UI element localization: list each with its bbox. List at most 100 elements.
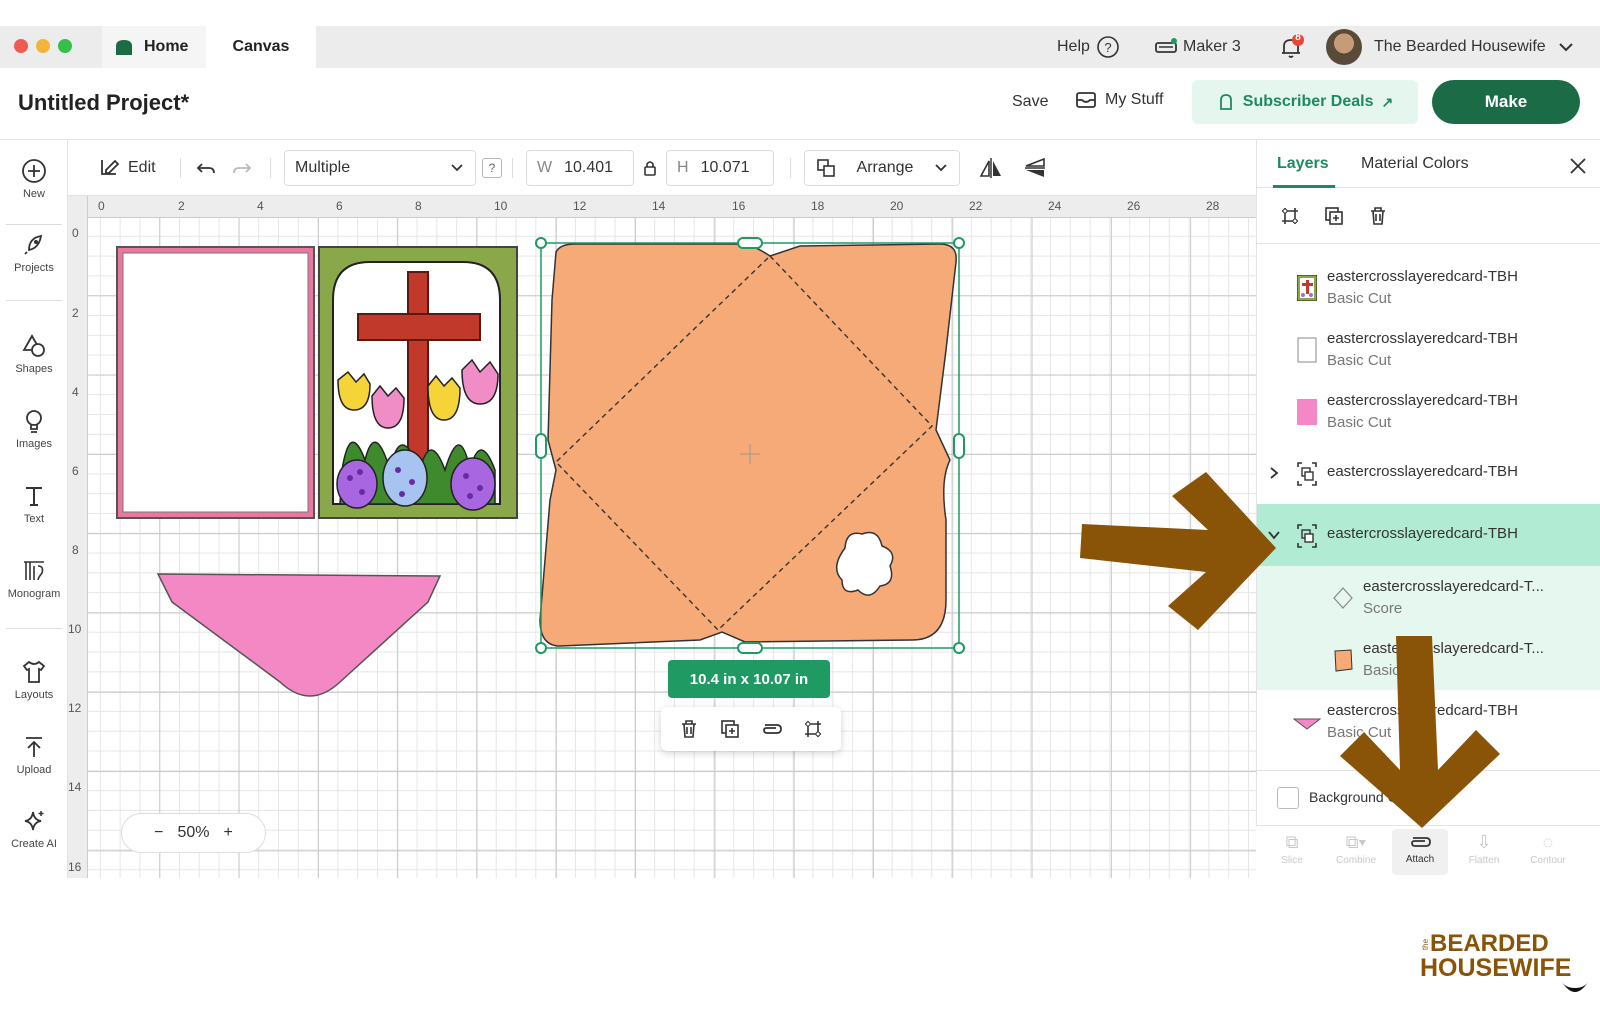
layer-name: eastercrosslayeredcard-TBH [1327,268,1518,285]
duplicate-icon[interactable] [719,718,741,740]
trash-icon[interactable] [1367,205,1389,227]
tshirt-icon [22,660,46,683]
sidebar-item-upload[interactable]: Upload [0,734,68,776]
undo-button[interactable] [194,150,218,186]
ungroup-icon[interactable] [802,718,824,740]
attach-button[interactable]: Attach [1392,829,1448,875]
notifications-button[interactable]: 8 [1278,26,1304,68]
sidebar-item-text[interactable]: Text [0,483,68,525]
sidebar-item-layouts[interactable]: Layouts [0,659,68,701]
edit-button[interactable]: Edit [98,150,156,186]
zoom-out-button[interactable]: − [154,824,163,842]
ruler-left: 0 2 4 6 8 10 12 14 16 [68,196,88,878]
sidebar-label-text: Text [23,513,45,525]
redo-button[interactable] [230,150,254,186]
chevron-right-icon[interactable] [1267,466,1281,480]
layers-action-bar [1257,188,1600,244]
lock-aspect-button[interactable] [642,150,658,186]
sidebar-label-monogram: Monogram [7,588,61,600]
sidebar-item-monogram[interactable]: Monogram [0,558,68,600]
attach-icon[interactable] [759,718,783,740]
tab-canvas[interactable]: Canvas [206,26,316,68]
sidebar-item-create-ai[interactable]: Create AI [0,808,68,850]
minimize-window-dot[interactable] [36,39,50,53]
flip-vertical-button[interactable] [1022,150,1048,186]
layer-row[interactable]: eastercrosslayeredcard-TBH Basic Cut [1257,256,1600,318]
white-rectangle-thumbnail-icon [1297,337,1317,363]
external-link-icon: ↗ [1381,93,1394,110]
chevron-down-icon [451,164,463,172]
close-icon[interactable] [1569,157,1587,175]
zoom-in-button[interactable]: + [224,824,233,842]
sidebar-item-new[interactable]: New [0,158,68,200]
height-field[interactable]: H 10.071 [666,150,774,186]
tab-home[interactable]: Home [102,26,206,68]
ruler-tick-label: 26 [1127,199,1141,213]
sidebar-label-layouts: Layouts [14,689,54,701]
make-button[interactable]: Make [1432,80,1580,124]
flip-horizontal-button[interactable] [978,150,1004,186]
design-canvas[interactable]: 0 2 4 6 8 10 12 14 16 18 20 22 24 26 28 … [68,196,1256,878]
contour-button[interactable]: ◌ Contour [1520,832,1576,866]
ruler-tick-label: 18 [811,199,825,213]
arrange-select[interactable]: Arrange [804,150,960,186]
background-checkbox[interactable] [1277,787,1299,809]
layer-row-child[interactable]: eastercrosslayeredcard-T... Score [1257,566,1600,628]
slice-button[interactable]: ⧉ Slice [1264,832,1320,866]
layers-panel: Layers Material Colors eastercrosslayere… [1256,140,1600,878]
tab-layers[interactable]: Layers [1277,155,1329,173]
arrange-icon [817,159,835,177]
sidebar-label-create-ai: Create AI [11,838,57,850]
user-menu[interactable]: The Bearded Housewife [1326,26,1576,68]
flip-vertical-icon [1025,157,1045,177]
contour-icon: ◌ [1542,832,1554,852]
ruler-tick-label: 0 [98,199,105,213]
layer-name: eastercrosslayeredcard-TBH [1327,463,1518,480]
machine-selector[interactable]: Maker 3 [1154,26,1241,68]
edit-label: Edit [128,159,156,176]
operation-value: Multiple [295,159,351,176]
shapes-icon [22,334,45,357]
layer-group-row-selected[interactable]: eastercrosslayeredcard-TBH [1257,504,1600,566]
toolbar-divider [790,158,791,178]
sidebar-item-shapes[interactable]: Shapes [0,333,68,375]
layer-group-row[interactable]: eastercrosslayeredcard-TBH [1257,442,1600,504]
toolbar-divider [270,158,271,178]
cutting-machine-icon [1155,38,1177,53]
panel-bottom-tools: ⧉ Slice ⧉▾ Combine Attach ⇩ Flatten ◌ Co… [1256,825,1600,878]
title-bar: Home Canvas Help ? Maker 3 8 The Bearded… [0,26,1600,68]
width-field[interactable]: W 10.401 [526,150,634,186]
pink-triangle-thumbnail-icon [1293,718,1321,730]
chevron-down-icon[interactable] [1267,528,1281,542]
layer-row[interactable]: eastercrosslayeredcard-TBH Basic Cut [1257,690,1600,752]
background-color-row[interactable]: Background Color [1257,770,1600,824]
layer-operation: Basic Cut [1363,662,1428,679]
group-icon[interactable] [1279,205,1301,227]
close-window-dot[interactable] [14,39,28,53]
sidebar-item-projects[interactable]: Projects [0,232,68,274]
trash-icon[interactable] [678,718,700,740]
home-icon [116,40,132,55]
layer-row-child[interactable]: eastercrosslayeredcard-T... Basic Cut [1257,628,1600,690]
my-stuff-button[interactable]: My Stuff [1075,90,1163,110]
layer-row[interactable]: eastercrosslayeredcard-TBH Basic Cut [1257,380,1600,442]
sidebar-item-images[interactable]: Images [0,408,68,450]
tab-material-colors[interactable]: Material Colors [1361,155,1469,173]
project-title[interactable]: Untitled Project* [18,90,189,116]
layer-row[interactable]: eastercrosslayeredcard-TBH Basic Cut [1257,318,1600,380]
subscriber-deals-button[interactable]: Subscriber Deals ↗ [1192,80,1418,124]
operation-help-button[interactable]: ? [482,158,502,178]
help-button[interactable]: Help ? [1057,26,1120,68]
maximize-window-dot[interactable] [58,39,72,53]
flatten-button[interactable]: ⇩ Flatten [1456,832,1512,866]
save-button[interactable]: Save [1012,93,1048,111]
selection-mini-toolbar [661,707,841,751]
operation-select[interactable]: Multiple [284,150,476,186]
sidebar-divider [6,300,62,301]
ruler-tick-label: 4 [257,199,264,213]
duplicate-icon[interactable] [1323,205,1345,227]
flip-horizontal-icon [979,158,1001,178]
combine-button[interactable]: ⧉▾ Combine [1328,832,1384,866]
inbox-icon [1076,92,1096,108]
ruler-tick-label: 10 [68,622,82,636]
